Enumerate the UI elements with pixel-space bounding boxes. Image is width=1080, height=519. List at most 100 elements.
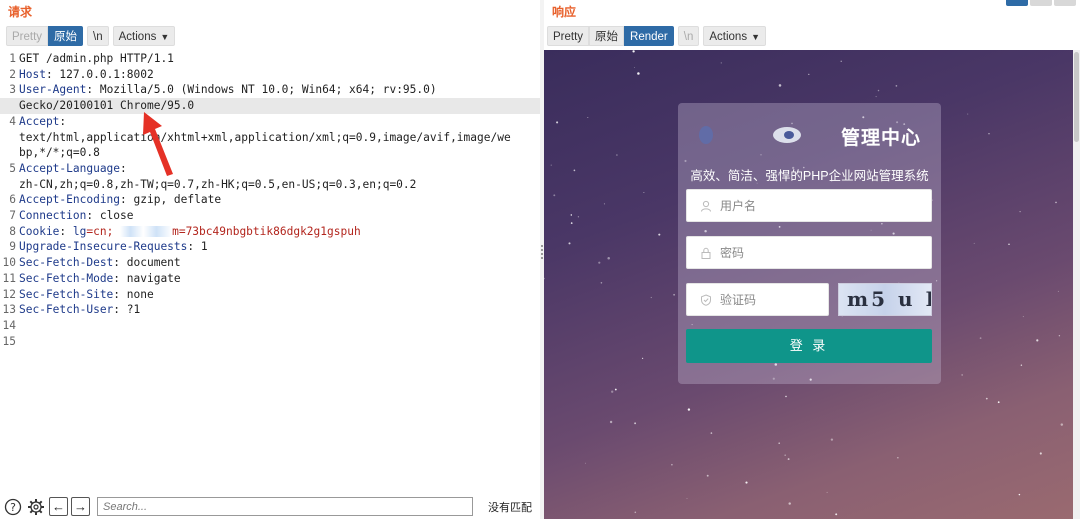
layout-single-toggle[interactable] (1054, 0, 1076, 6)
login-title: 管理中心 (841, 128, 922, 149)
star (686, 498, 688, 500)
request-editor[interactable]: 1 GET /admin.php HTTP/1.1 2 Host: 127.0.… (0, 51, 540, 491)
response-newline-button[interactable]: \n (677, 26, 700, 46)
splitter-grip[interactable] (541, 245, 543, 259)
user-icon (699, 199, 712, 212)
header-key: Sec-Fetch-Dest (19, 256, 114, 270)
header-value: : document (113, 256, 181, 270)
cookie-key: lg (72, 224, 87, 238)
code-line: 3 User-Agent: Mozilla/5.0 (Windows NT 10… (0, 82, 540, 98)
star (897, 457, 899, 459)
header-value: text/html,application/xhtml+xml,applicat… (19, 130, 511, 144)
star (778, 84, 782, 87)
cookie-value: =cn; (86, 224, 114, 238)
line-number: 9 (9, 240, 16, 254)
header-key: Connection (19, 209, 87, 223)
code-line: text/html,application/xhtml+xml,applicat… (0, 130, 540, 146)
request-newline-button[interactable]: \n (87, 26, 109, 46)
captcha-placeholder: 验证码 (720, 293, 757, 307)
request-actions-button[interactable]: Actions ▼ (112, 26, 176, 46)
captcha-field[interactable]: 验证码 (686, 283, 829, 316)
header-separator: : (59, 224, 73, 238)
request-pretty-button[interactable]: Pretty (6, 26, 49, 46)
star (787, 458, 790, 461)
code-line: 15 (0, 334, 540, 350)
header-value: Gecko/20100101 Chrome/95.0 (19, 99, 195, 113)
search-input[interactable] (97, 497, 473, 516)
response-toolbar: Pretty 原始 Render \n Actions ▼ (547, 26, 766, 46)
star (1036, 339, 1039, 342)
star (973, 242, 975, 244)
star (785, 395, 787, 398)
star (544, 277, 545, 280)
red-arrow-icon (143, 112, 173, 176)
header-value: : (120, 161, 127, 175)
request-raw-button[interactable]: 原始 (48, 26, 84, 46)
help-icon[interactable]: ? (3, 497, 23, 517)
svg-text:?: ? (10, 501, 16, 514)
star (961, 374, 963, 376)
header-key: Sec-Fetch-Mode (19, 271, 114, 285)
username-field[interactable]: 用户名 (686, 189, 932, 222)
line-number: 8 (9, 224, 16, 238)
line-number: 2 (9, 67, 16, 81)
star (614, 388, 617, 391)
password-field[interactable]: 密码 (686, 236, 932, 269)
captcha-image[interactable]: m5 u H (838, 283, 932, 316)
chevron-down-icon: ▼ (160, 32, 170, 42)
chevron-down-icon: ▼ (751, 32, 760, 42)
code-line: 9 Upgrade-Insecure-Requests: 1 (0, 239, 540, 255)
header-value: : gzip, deflate (120, 193, 222, 207)
code-line: 10 Sec-Fetch-Dest: document (0, 255, 540, 271)
star (1022, 316, 1024, 318)
star (1020, 364, 1023, 366)
star (650, 296, 652, 299)
login-subtitle: 高效、简洁、强悍的PHP企业网站管理系统 (690, 169, 929, 183)
response-pane: 响应 Pretty 原始 Render \n Actions ▼ 管理中心 高效、… (544, 0, 1080, 519)
response-raw-button[interactable]: 原始 (589, 26, 625, 46)
cookie-value: m=73bc49nbgbtik86dgk2g1gspuh (172, 224, 361, 238)
star (1057, 290, 1059, 292)
response-actions-button[interactable]: Actions ▼ (703, 26, 766, 46)
star (587, 116, 589, 119)
line-number: 7 (9, 209, 16, 223)
request-pane: 请求 Pretty 原始 \n Actions ▼ 1 GET /admin.ph… (0, 0, 540, 519)
star (875, 96, 877, 98)
password-placeholder: 密码 (720, 246, 745, 260)
star (550, 164, 552, 166)
request-actions-label: Actions (118, 31, 157, 43)
response-pretty-button[interactable]: Pretty (547, 26, 590, 46)
header-key: Upgrade-Insecure-Requests (19, 240, 188, 254)
star (658, 233, 661, 236)
star (633, 67, 635, 68)
star (985, 397, 988, 400)
request-line: GET /admin.php HTTP/1.1 (19, 52, 174, 65)
line-number (0, 130, 19, 146)
response-scrollbar-thumb[interactable] (1074, 52, 1079, 142)
shield-icon (699, 293, 712, 306)
response-actions-label: Actions (709, 31, 748, 43)
layout-split-toggle[interactable] (1006, 0, 1028, 6)
line-number (0, 145, 19, 161)
star (967, 113, 969, 115)
star (1039, 452, 1042, 455)
star (584, 462, 586, 464)
header-value: : 1 (187, 240, 208, 254)
login-button[interactable]: 登 录 (686, 329, 932, 363)
rendered-page: 管理中心 高效、简洁、强悍的PHP企业网站管理系统 用户名 密码 验证码 m5 … (544, 50, 1080, 519)
gear-icon[interactable] (26, 497, 46, 517)
arrow-left-icon[interactable]: ← (49, 497, 68, 516)
lock-icon (699, 246, 712, 259)
layout-horizontal-toggle[interactable] (1030, 0, 1052, 6)
request-toolbar: Pretty 原始 \n Actions ▼ (6, 26, 176, 46)
star (1008, 243, 1010, 245)
arrow-right-icon[interactable]: → (71, 497, 90, 516)
star (634, 422, 637, 425)
star (840, 60, 842, 62)
code-line: 5 Accept-Language: (0, 161, 540, 177)
response-render-button[interactable]: Render (624, 26, 674, 46)
star (556, 121, 559, 124)
star (1060, 423, 1064, 426)
code-line: 4 Accept: (0, 114, 540, 130)
star (577, 216, 580, 218)
